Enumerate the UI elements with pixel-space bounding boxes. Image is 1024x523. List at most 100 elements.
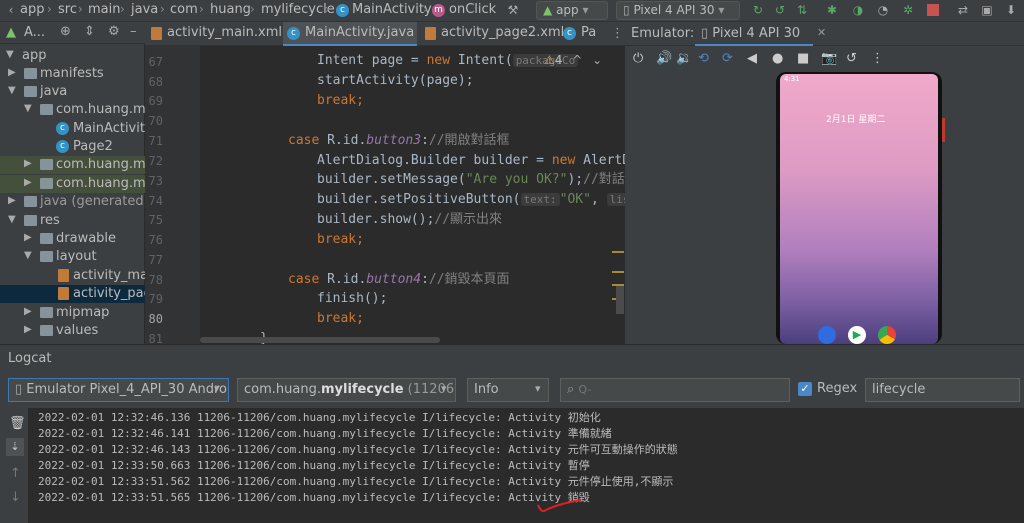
gear-icon[interactable]: ⚙ (108, 24, 120, 39)
breadcrumb-com[interactable]: com (170, 2, 198, 17)
expand-arrow-icon[interactable]: ▼ (8, 85, 16, 96)
breadcrumb-src[interactable]: src (58, 2, 77, 17)
tree-item-package-androidtest[interactable]: ▶ com.huang.myli (0, 175, 145, 193)
tree-item-java-generated[interactable]: ▶ java (generated) (0, 193, 145, 211)
sdk-manager-icon[interactable]: ⬇ (1004, 3, 1018, 17)
expand-arrow-icon[interactable]: ▶ (24, 158, 32, 169)
expand-arrow-icon[interactable]: ▶ (24, 306, 32, 317)
tree-item-manifests[interactable]: ▶ manifests (0, 65, 145, 83)
avd-manager-icon[interactable]: ▣ (980, 3, 994, 17)
more-tabs-icon[interactable]: ⋮ (611, 26, 624, 41)
logcat-filter-input[interactable]: lifecycle (865, 378, 1020, 402)
breadcrumb-main[interactable]: main (88, 2, 120, 17)
breadcrumb-onclick[interactable]: onClick (449, 2, 496, 17)
play-store-icon[interactable]: ▶ (848, 326, 866, 344)
tree-item-activity-page2[interactable]: activity_page (0, 285, 145, 303)
debug-icon[interactable]: ✱ (825, 3, 839, 17)
rerun-icon[interactable]: ↻ (751, 3, 765, 17)
logcat-device-select[interactable]: ▯ Emulator Pixel_4_API_30 Androi (8, 378, 229, 402)
home-icon[interactable]: ● (772, 51, 783, 66)
tree-item-activity-main[interactable]: activity_main (0, 267, 145, 285)
inspection-widget[interactable]: ⚠4 ^ ⌄ (544, 53, 602, 69)
trash-icon[interactable]: 🗑 (9, 416, 26, 431)
device-select[interactable]: ▯ Pixel 4 API 30 ▾ (616, 1, 740, 20)
chevron-down-icon[interactable]: ⌄ (592, 53, 602, 67)
volume-down-icon[interactable]: 🔉 (676, 51, 692, 66)
tab-activity-main-xml[interactable]: activity_main.xml (145, 22, 282, 46)
chevron-up-icon[interactable]: ^ (572, 53, 582, 67)
overview-icon[interactable]: ■ (797, 51, 809, 66)
back-icon[interactable]: ◀ (747, 51, 757, 66)
profile-icon[interactable]: ◔ (876, 3, 890, 17)
gradle-sync-icon[interactable]: ⇄ (956, 3, 970, 17)
stop-icon[interactable] (927, 4, 939, 16)
expand-arrow-icon[interactable]: ▼ (8, 214, 16, 225)
arrow-up-icon[interactable]: ↑ (10, 466, 21, 481)
tree-item-package[interactable]: ▼ com.huang.myli (0, 101, 145, 119)
project-view-select[interactable]: A... (24, 25, 45, 40)
expand-arrow-icon[interactable]: ▶ (24, 232, 32, 243)
breadcrumb-huang[interactable]: huang (210, 2, 251, 17)
messages-app-icon[interactable] (818, 326, 836, 344)
tree-item-page2[interactable]: c Page2 (0, 138, 145, 156)
apply-code-changes-icon[interactable]: ⇅ (795, 3, 809, 17)
apply-changes-icon[interactable]: ↺ (773, 3, 787, 17)
phone-screen[interactable]: 4:31 2月1日 星期二 ▶ (780, 74, 938, 344)
expand-arrow-icon[interactable]: ▼ (24, 250, 32, 261)
horizontal-scrollbar[interactable] (200, 337, 440, 343)
warning-stripe-mark[interactable] (612, 251, 624, 253)
tree-item-app[interactable]: ▼ app (0, 47, 145, 65)
expand-arrow-icon[interactable]: ▶ (8, 67, 16, 78)
tree-item-drawable[interactable]: ▶ drawable (0, 230, 145, 248)
breadcrumb-java[interactable]: java (131, 2, 158, 17)
power-icon[interactable]: ⏻ (633, 51, 643, 66)
logcat-search-input[interactable]: ⌕ Q- (560, 378, 790, 402)
tree-item-java[interactable]: ▼ java (0, 83, 145, 101)
collapse-icon[interactable]: ⇕ (84, 24, 95, 39)
emulator-device-tab[interactable]: ▯ Pixel 4 API 30 (695, 22, 813, 46)
tab-activity-page2-xml[interactable]: activity_page2.xml (419, 22, 564, 46)
tree-item-package-test[interactable]: ▶ com.huang.myli (0, 156, 145, 174)
attach-debugger-icon[interactable]: ✲ (901, 3, 915, 17)
coverage-icon[interactable]: ◑ (851, 3, 865, 17)
tab-page2-java[interactable]: c Pa (559, 22, 609, 46)
tree-item-mainactivity[interactable]: c MainActivity (0, 120, 145, 138)
arrow-down-icon[interactable]: ↓ (10, 490, 21, 505)
volume-up-icon[interactable]: 🔊 (656, 51, 672, 66)
more-icon[interactable]: ⋮ (871, 51, 884, 66)
run-config-select[interactable]: ▲ app ▾ (536, 1, 608, 20)
expand-arrow-icon[interactable]: ▶ (24, 177, 32, 188)
chevron-left-icon[interactable]: ‹ (4, 3, 18, 17)
minimize-icon[interactable]: – (130, 24, 137, 39)
breadcrumb-mainactivity[interactable]: MainActivity (352, 2, 432, 17)
expand-arrow-icon[interactable]: ▼ (24, 103, 32, 114)
chevron-down-icon[interactable]: ▾ (535, 382, 541, 395)
chrome-app-icon[interactable] (878, 326, 896, 344)
regex-checkbox[interactable]: ✓ (798, 382, 812, 396)
logcat-process-select[interactable]: com.huang.mylifecycle (11206) (237, 378, 456, 402)
breadcrumb-mylifecycle[interactable]: mylifecycle (261, 2, 335, 17)
hammer-icon[interactable]: ⚒ (506, 3, 520, 17)
warning-stripe-mark[interactable] (612, 271, 624, 273)
close-icon[interactable]: ✕ (817, 26, 826, 39)
camera-icon[interactable]: 📷 (821, 51, 837, 66)
tree-item-values[interactable]: ▶ values (0, 322, 145, 340)
rotate-right-icon[interactable]: ⟳ (722, 51, 733, 66)
scroll-to-end-icon[interactable]: ⇣ (6, 438, 24, 456)
code-editor[interactable]: Intent page = new Intent(packageCo start… (200, 46, 625, 344)
tree-item-res[interactable]: ▼ res (0, 212, 145, 230)
expand-arrow-icon[interactable]: ▶ (24, 324, 32, 335)
tab-mainactivity-java[interactable]: c MainActivity.java ✕ (283, 22, 434, 46)
rotate-left-icon[interactable]: ⟲ (698, 51, 709, 66)
target-icon[interactable]: ⊕ (60, 24, 71, 39)
breadcrumb-app[interactable]: app (20, 2, 44, 17)
editor-scrollbar-thumb[interactable] (616, 286, 624, 314)
chevron-down-icon[interactable]: ▾ (441, 382, 447, 395)
expand-arrow-icon[interactable]: ▶ (8, 195, 16, 206)
tree-item-layout[interactable]: ▼ layout (0, 248, 145, 266)
tree-item-mipmap[interactable]: ▶ mipmap (0, 304, 145, 322)
expand-arrow-icon[interactable]: ▼ (6, 49, 14, 60)
chevron-down-icon[interactable]: ▾ (214, 382, 220, 395)
phone-side-button[interactable] (942, 118, 945, 142)
snapshot-icon[interactable]: ↺ (846, 51, 857, 66)
